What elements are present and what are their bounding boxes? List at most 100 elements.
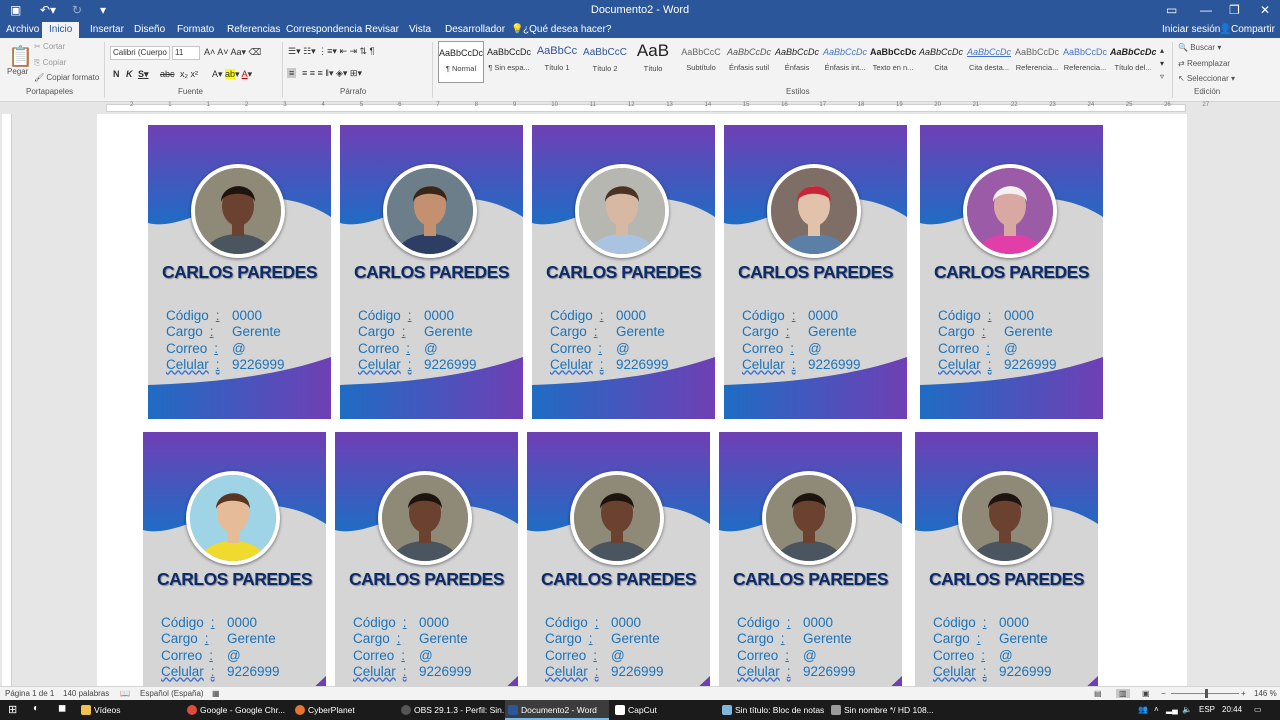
- tab-inicio[interactable]: Inicio: [42, 22, 80, 38]
- store-icon[interactable]: ◼: [58, 703, 66, 714]
- tray-chevron-icon[interactable]: ˄: [1154, 705, 1159, 714]
- style-normal[interactable]: AaBbCcDc ¶ Normal: [438, 41, 484, 83]
- notifications-icon[interactable]: ▭: [1254, 705, 1262, 714]
- style-titulo-2[interactable]: AaBbCcC Título 2: [582, 41, 628, 83]
- style-sin-espaciado[interactable]: AaBbCcDc ¶ Sin espa...: [486, 41, 532, 83]
- replace-button[interactable]: ⇄ Reemplazar: [1178, 59, 1230, 68]
- find-button[interactable]: 🔍 Buscar ▾: [1178, 43, 1221, 52]
- share-button[interactable]: Compartir: [1231, 24, 1275, 35]
- macro-icon[interactable]: ▦: [212, 689, 220, 698]
- proofing-icon[interactable]: 📖: [120, 689, 130, 698]
- close-icon[interactable]: ✕: [1260, 3, 1270, 17]
- id-card[interactable]: CARLOS PAREDES Código:0000 Cargo: Gerente Co…: [719, 432, 902, 686]
- sign-in-link[interactable]: Iniciar sesión: [1162, 24, 1220, 35]
- taskbar-item-cyberplanet[interactable]: CyberPlanet: [292, 700, 396, 720]
- taskbar-item-videos[interactable]: Vídeos: [78, 700, 182, 720]
- style-titulo-1[interactable]: AaBbCc Título 1: [534, 41, 580, 83]
- tab-vista[interactable]: Vista: [409, 24, 431, 35]
- style-subtitulo[interactable]: AaBbCcC Subtítulo: [678, 41, 724, 83]
- style-titulo[interactable]: AaB Título: [630, 41, 676, 83]
- bold-icon[interactable]: N: [113, 69, 120, 79]
- paste-icon[interactable]: 📋: [8, 44, 33, 69]
- language-indicator[interactable]: Español (España): [140, 689, 204, 698]
- bullets-icon[interactable]: ☰▾ ☷▾ ⋮≡▾ ⇤ ⇥ ⇅ ¶: [288, 46, 374, 57]
- id-card[interactable]: CARLOS PAREDES Código:0000 Cargo: Gerente Co…: [724, 125, 907, 419]
- grow-font-icon[interactable]: A˄ A˅ Aa▾ ⌫: [204, 47, 261, 58]
- paste-button[interactable]: Pegar: [7, 67, 28, 76]
- read-mode-icon[interactable]: ▤: [1094, 689, 1102, 698]
- id-card[interactable]: CARLOS PAREDES Código:0000 Cargo: Gerente Co…: [148, 125, 331, 419]
- font-size-select[interactable]: 11: [172, 46, 200, 60]
- print-layout-icon[interactable]: ▥: [1116, 689, 1130, 698]
- copy-button[interactable]: ⎘ Copiar: [34, 58, 66, 68]
- format-painter-button[interactable]: 🖌 Copiar formato: [34, 73, 99, 82]
- align-left-icon[interactable]: ≡: [287, 68, 297, 78]
- ribbon-display-icon[interactable]: ▭: [1166, 3, 1177, 17]
- tab-archivo[interactable]: Archivo: [6, 24, 39, 35]
- style-referencia-intensa[interactable]: AaBbCcDc Referencia...: [1062, 41, 1108, 83]
- zoom-out-icon[interactable]: −: [1161, 689, 1166, 698]
- card-detail-row: Correo: @: [737, 648, 856, 664]
- tab-insertar[interactable]: Insertar: [90, 24, 124, 35]
- taskbar-item-obs[interactable]: OBS 29.1.3 - Perfil: Sin...: [398, 700, 509, 720]
- zoom-slider-thumb[interactable]: [1205, 689, 1208, 698]
- id-card[interactable]: CARLOS PAREDES Código:0000 Cargo: Gerente Co…: [143, 432, 326, 686]
- edge-icon[interactable]: ◐: [33, 703, 39, 714]
- id-card[interactable]: CARLOS PAREDES Código:0000 Cargo: Gerente Co…: [340, 125, 523, 419]
- minimize-icon[interactable]: —: [1200, 3, 1212, 17]
- zoom-level[interactable]: 146 %: [1254, 689, 1277, 698]
- taskbar-item-chrome[interactable]: Google - Google Chr...: [184, 700, 288, 720]
- strikethrough-icon[interactable]: abc: [160, 69, 175, 79]
- horizontal-ruler[interactable]: 2 1 1 2 3 4 5 6 7 8 9 10 11 12 13 14 15 16 17 18 19 20 21 22 23 2…: [0, 102, 1280, 114]
- windows-start-icon[interactable]: ⊞: [8, 703, 17, 716]
- id-card[interactable]: CARLOS PAREDES Código:0000 Cargo: Gerente Co…: [335, 432, 518, 686]
- tab-diseno[interactable]: Diseño: [134, 24, 165, 35]
- web-layout-icon[interactable]: ▣: [1142, 689, 1150, 698]
- vertical-ruler[interactable]: [2, 114, 12, 686]
- style-enfasis[interactable]: AaBbCcDc Énfasis: [774, 41, 820, 83]
- tab-correspondencia[interactable]: Correspondencia: [286, 24, 362, 35]
- restore-icon[interactable]: ❐: [1229, 3, 1240, 17]
- font-name-select[interactable]: Calibri (Cuerpo: [110, 46, 170, 60]
- people-icon[interactable]: 👥: [1138, 705, 1148, 714]
- card-detail-row: Código:0000: [166, 308, 285, 324]
- text-effects-icon[interactable]: A▾ ab▾ A▾: [212, 69, 252, 80]
- styles-scroll-icon[interactable]: ▴ ▾ ▿: [1160, 44, 1164, 83]
- taskbar-item-word[interactable]: Documento2 - Word: [505, 700, 609, 720]
- tab-referencias[interactable]: Referencias: [227, 24, 280, 35]
- align-center-icon[interactable]: ≡ ≡ ≡ ‖▾ ◈▾ ⊞▾: [302, 68, 362, 79]
- cut-button[interactable]: ✂ Cortar: [34, 42, 65, 51]
- style-cita-destacada[interactable]: AaBbCcDc Cita desta...: [966, 41, 1012, 83]
- select-button[interactable]: ↖ Seleccionar ▾: [1178, 74, 1235, 83]
- style-titulo-libro[interactable]: AaBbCcDc Título del...: [1110, 41, 1156, 83]
- style-enfasis-intenso[interactable]: AaBbCcDc Énfasis int...: [822, 41, 868, 83]
- underline-icon[interactable]: S▾: [138, 69, 149, 80]
- style-texto-negrita[interactable]: AaBbCcDc Texto en n...: [870, 41, 916, 83]
- network-icon[interactable]: ▂▄: [1166, 705, 1178, 714]
- taskbar-item-video[interactable]: Sin nombre */ HD 108...: [828, 700, 938, 720]
- page-count[interactable]: Página 1 de 1: [5, 689, 54, 698]
- tab-desarrollador[interactable]: Desarrollador: [445, 24, 505, 35]
- taskbar-item-notepad[interactable]: Sin título: Bloc de notas: [719, 700, 827, 720]
- card-detail-row: Código:0000: [161, 615, 280, 631]
- style-cita[interactable]: AaBbCcDc Cita: [918, 41, 964, 83]
- id-card[interactable]: CARLOS PAREDES Código:0000 Cargo: Gerente Co…: [920, 125, 1103, 419]
- document-page[interactable]: CARLOS PAREDES Código:0000 Cargo: Gerente Co…: [97, 114, 1187, 686]
- tab-revisar[interactable]: Revisar: [365, 24, 399, 35]
- card-label-separator: :: [401, 324, 406, 340]
- subscript-icon[interactable]: x₂ x²: [180, 69, 198, 79]
- id-card[interactable]: CARLOS PAREDES Código:0000 Cargo: Gerente Co…: [527, 432, 710, 686]
- id-card[interactable]: CARLOS PAREDES Código:0000 Cargo: Gerente Co…: [915, 432, 1098, 686]
- id-card[interactable]: CARLOS PAREDES Código:0000 Cargo: Gerente Co…: [532, 125, 715, 419]
- tab-formato[interactable]: Formato: [177, 24, 214, 35]
- style-enfasis-sutil[interactable]: AaBbCcDc Énfasis sutil: [726, 41, 772, 83]
- tell-me-input[interactable]: ¿Qué desea hacer?: [523, 24, 611, 35]
- style-referencia-sutil[interactable]: AaBbCcDc Referencia...: [1014, 41, 1060, 83]
- zoom-in-icon[interactable]: +: [1241, 689, 1246, 698]
- volume-icon[interactable]: 🔈: [1182, 705, 1192, 714]
- input-language[interactable]: ESP: [1199, 705, 1215, 714]
- italic-icon[interactable]: K: [126, 69, 133, 79]
- word-count[interactable]: 140 palabras: [63, 689, 109, 698]
- taskbar-item-capcut[interactable]: CapCut: [612, 700, 716, 720]
- clock[interactable]: 20:44: [1222, 705, 1242, 714]
